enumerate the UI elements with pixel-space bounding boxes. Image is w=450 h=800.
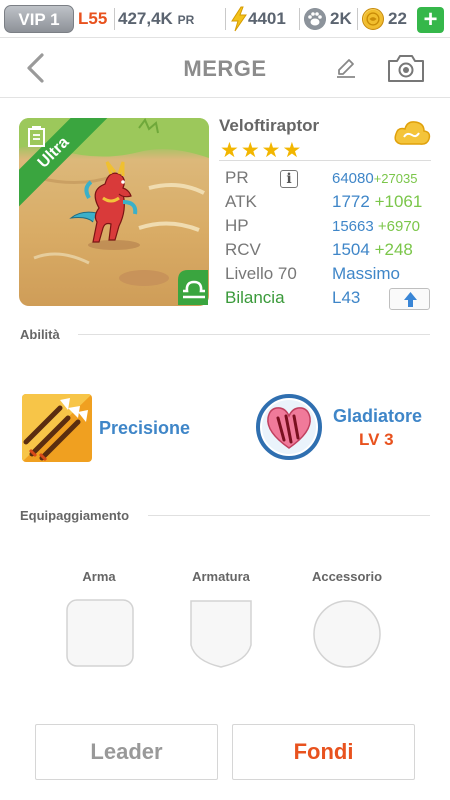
vip-badge[interactable]: VIP 1 — [4, 5, 74, 33]
paw-icon — [304, 8, 326, 30]
stat-row-atk: ATK 1772 +1061 — [219, 192, 431, 216]
libra-sign-icon — [178, 270, 208, 305]
friends-count: 2K — [330, 9, 352, 28]
monster-name: Veloftiraptor — [219, 116, 320, 135]
stat-label: ATK — [225, 192, 257, 211]
abilities-section-label: Abilità — [20, 327, 60, 342]
weapon-slot-label: Arma — [82, 569, 116, 584]
upgrade-button[interactable] — [389, 288, 430, 310]
accessory-slot[interactable] — [312, 599, 382, 669]
leader-button[interactable]: Leader — [35, 724, 218, 780]
coin-count: 22 — [388, 9, 407, 28]
balance-value: L43 — [332, 288, 361, 307]
balance-label: Bilancia — [225, 288, 285, 307]
status-divider — [225, 8, 226, 30]
stat-value: 1772 +1061 — [332, 192, 423, 211]
power-rating: 427,4K PR — [118, 9, 195, 28]
arrow-up-icon — [404, 292, 417, 307]
equipment-divider — [148, 515, 430, 516]
pencil-icon[interactable] — [335, 57, 357, 79]
status-divider — [299, 8, 300, 30]
top-header: MERGE — [0, 38, 450, 98]
stat-row-level: Livello 70 Massimo — [219, 264, 431, 288]
ability-level: LV 3 — [359, 430, 394, 449]
accessory-slot-label: Accessorio — [311, 569, 383, 584]
energy-bolt-icon — [231, 6, 247, 32]
level-value: Massimo — [332, 264, 401, 283]
ability-name[interactable]: Gladiatore — [333, 406, 422, 427]
name-divider — [219, 160, 431, 161]
info-button[interactable]: i — [280, 170, 298, 188]
page-title: MERGE — [183, 56, 267, 81]
buy-coins-button[interactable]: + — [417, 7, 444, 33]
abilities-divider — [78, 334, 430, 335]
card-list-icon — [28, 126, 45, 147]
armor-slot[interactable] — [189, 599, 253, 669]
stat-row-balance: Bilancia L43 — [219, 288, 431, 312]
fuse-button[interactable]: Fondi — [232, 724, 415, 780]
stat-value: 64080+27035 — [332, 170, 418, 187]
weapon-slot[interactable] — [66, 599, 134, 667]
stat-label: PR — [225, 168, 249, 187]
player-level: L55 — [78, 9, 108, 28]
status-divider — [114, 8, 115, 30]
skill-name[interactable]: Precisione — [99, 418, 190, 439]
stat-label: RCV — [225, 240, 261, 259]
coin-icon — [362, 8, 384, 30]
stat-label: HP — [225, 216, 249, 235]
wind-cloud-icon — [394, 121, 431, 145]
level-label: Livello 70 — [225, 264, 297, 283]
camera-icon[interactable] — [387, 53, 425, 83]
arrows-skill-icon[interactable] — [22, 394, 92, 462]
stat-row-hp: HP 15663 +6970 — [219, 216, 431, 240]
status-divider — [357, 8, 358, 30]
energy-value: 4401 — [248, 9, 286, 28]
stat-row-rcv: RCV 1504 +248 — [219, 240, 431, 264]
status-bar: VIP 1 L55 427,4K PR 4401 2K 22 + — [0, 0, 450, 38]
gladiator-heart-icon[interactable] — [256, 394, 322, 460]
stat-row-pr: PR i 64080+27035 — [219, 168, 431, 192]
stat-value: 1504 +248 — [332, 240, 413, 259]
equipment-section-label: Equipaggiamento — [20, 508, 130, 523]
armor-slot-label: Armatura — [192, 569, 250, 584]
stat-value: 15663 +6970 — [332, 218, 421, 235]
